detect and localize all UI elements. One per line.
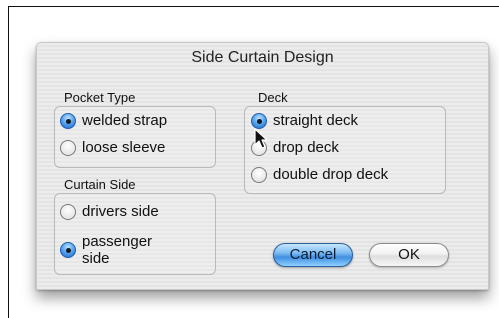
radio-label-line1: passenger	[82, 233, 153, 250]
radio-label: welded strap	[82, 112, 168, 129]
radio-passenger-side[interactable]: passenger side	[60, 233, 152, 267]
radio-unselected-icon	[60, 203, 76, 220]
deck-label: Deck	[258, 90, 288, 105]
radio-label: double drop deck	[273, 166, 389, 183]
frame-left-border	[8, 6, 9, 318]
radio-unselected-icon	[251, 166, 267, 183]
radio-unselected-icon	[60, 139, 76, 156]
ok-button[interactable]: OK	[369, 243, 449, 267]
radio-label: drop deck	[273, 139, 339, 156]
radio-label: straight deck	[273, 112, 359, 129]
radio-selected-icon	[251, 112, 267, 129]
curtain-side-label: Curtain Side	[64, 177, 136, 192]
radio-straight-deck[interactable]: straight deck	[251, 112, 358, 129]
radio-selected-icon	[60, 242, 76, 258]
radio-label: passenger side	[82, 233, 152, 267]
radio-label: loose sleeve	[82, 139, 166, 156]
frame-top-border	[8, 6, 499, 7]
radio-selected-icon	[60, 112, 76, 129]
arrow-pointer-icon	[254, 128, 268, 149]
radio-label-line2: side	[82, 250, 110, 267]
pocket-type-label: Pocket Type	[64, 90, 136, 105]
radio-loose-sleeve[interactable]: loose sleeve	[60, 139, 165, 156]
radio-label: drivers side	[82, 203, 159, 220]
radio-double-drop-deck[interactable]: double drop deck	[251, 166, 388, 183]
cancel-button[interactable]: Cancel	[273, 243, 353, 267]
radio-drivers-side[interactable]: drivers side	[60, 203, 159, 220]
radio-welded-strap[interactable]: welded strap	[60, 112, 167, 129]
side-curtain-dialog: Side Curtain Design Pocket Type welded s…	[36, 42, 489, 290]
dialog-title: Side Curtain Design	[191, 49, 334, 66]
